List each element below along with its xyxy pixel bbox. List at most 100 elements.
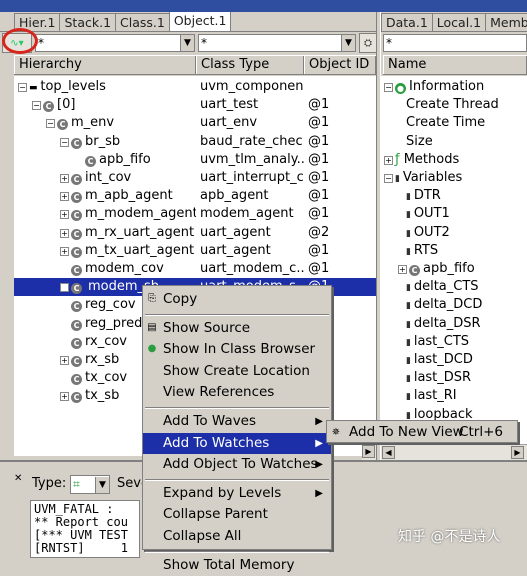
col-hierarchy[interactable]: Hierarchy bbox=[14, 56, 196, 74]
tree-node[interactable]: − ▬ top_levels bbox=[18, 78, 196, 97]
data-tree-row[interactable]: Size bbox=[381, 133, 527, 151]
data-tree-row[interactable]: ▮ OUT1 bbox=[381, 205, 527, 223]
tab-local[interactable]: Local.1 bbox=[431, 13, 487, 31]
filter-combo-right[interactable]: * bbox=[383, 34, 527, 52]
menu-item-view-references[interactable]: View References bbox=[143, 382, 331, 403]
chevron-down-icon[interactable]: ▼ bbox=[95, 476, 109, 493]
data-tree-row[interactable]: Create Time bbox=[381, 114, 527, 132]
data-tree-row[interactable]: ▮ last_DSR bbox=[381, 369, 527, 387]
data-tree-row[interactable]: ▮ RTS bbox=[381, 242, 527, 260]
data-tree-row[interactable]: ▮ OUT2 bbox=[381, 224, 527, 242]
tree-node[interactable]: + Cint_cov bbox=[60, 169, 196, 187]
tree-node[interactable]: − C [0] bbox=[32, 96, 196, 114]
submenu-arrow-icon: ▶ bbox=[315, 487, 323, 499]
tree-node[interactable]: + Cm_modem_agent bbox=[60, 205, 196, 223]
tree-row[interactable]: + Cm_apb_agent apb_agent @1 bbox=[14, 187, 376, 205]
data-tree-row[interactable]: ▮ last_RI bbox=[381, 387, 527, 405]
filter-apply-icon[interactable]: ⛭ bbox=[359, 33, 377, 53]
tab-stack[interactable]: Stack.1 bbox=[59, 13, 117, 31]
tab-data[interactable]: Data.1 bbox=[381, 13, 433, 31]
menu-item-copy[interactable]: ⎘ Copy bbox=[143, 289, 331, 310]
tree-row[interactable]: Cmodem_cov uart_modem_c... @1 bbox=[14, 260, 376, 278]
collapse-icon[interactable]: − bbox=[18, 83, 27, 92]
tree-node[interactable]: + Cm_rx_uart_agent bbox=[60, 224, 196, 242]
collapse-icon[interactable]: − bbox=[46, 119, 55, 129]
menu-item-add-to-waves[interactable]: Add To Waves ▶ bbox=[143, 411, 331, 432]
menu-item-add-to-new-view[interactable]: ✵ Add To New View Ctrl+6 bbox=[327, 422, 517, 443]
data-tree-row[interactable]: + Capb_fifo bbox=[381, 260, 527, 278]
expand-icon[interactable]: + bbox=[384, 155, 393, 165]
expand-icon[interactable]: + bbox=[60, 246, 69, 256]
tree-node[interactable]: + Cm_tx_uart_agent bbox=[60, 242, 196, 260]
collapse-icon[interactable]: − bbox=[384, 174, 393, 183]
data-tree-row[interactable]: ▮ DTR bbox=[381, 187, 527, 205]
menu-separator bbox=[145, 313, 329, 316]
tree-node[interactable]: Cmodem_cov bbox=[60, 260, 196, 278]
data-tree-row[interactable]: − ● Information bbox=[381, 78, 527, 96]
data-tree-row[interactable]: + ƒ Methods bbox=[381, 151, 527, 169]
expand-icon[interactable]: + bbox=[60, 210, 69, 220]
col-class-type[interactable]: Class Type bbox=[196, 56, 304, 74]
close-icon[interactable]: ✕ bbox=[14, 474, 24, 484]
collapse-icon[interactable]: − bbox=[60, 137, 69, 147]
expand-icon[interactable]: + bbox=[398, 265, 407, 274]
collapse-icon[interactable]: − bbox=[384, 83, 393, 92]
expand-icon[interactable]: + bbox=[60, 283, 69, 293]
filter-combo-mid[interactable]: * ▼ bbox=[198, 34, 356, 52]
menu-item-show-source[interactable]: ▤ Show Source bbox=[143, 318, 331, 339]
object-id-cell: @1 bbox=[308, 151, 330, 167]
data-tree-row[interactable]: Create Thread bbox=[381, 96, 527, 114]
menu-item-show-in-class-browser[interactable]: ● Show In Class Browser bbox=[143, 339, 331, 360]
menu-item-add-object-to-watches[interactable]: Add Object To Watches ▶ bbox=[143, 454, 331, 475]
tab-member[interactable]: Memb bbox=[485, 13, 527, 31]
type-filter-combo[interactable]: ⌗ ▼ bbox=[70, 475, 110, 494]
menu-item-add-to-watches[interactable]: Add To Watches ▶ bbox=[143, 432, 331, 454]
tree-row[interactable]: − C [0] uart_test @1 bbox=[14, 96, 376, 114]
tree-node[interactable]: + Cm_apb_agent bbox=[60, 187, 196, 205]
tree-node[interactable]: Capb_fifo bbox=[74, 151, 196, 169]
class-type-cell: apb_agent bbox=[200, 188, 269, 204]
data-tree-row[interactable]: ▮ delta_CTS bbox=[381, 278, 527, 296]
data-tree-row[interactable]: ▮ last_DCD bbox=[381, 351, 527, 369]
col-object-id[interactable]: Object ID bbox=[304, 56, 376, 74]
pane-splitter[interactable] bbox=[376, 12, 381, 460]
tree-row[interactable]: + Cm_tx_uart_agent uart_agent @1 bbox=[14, 242, 376, 260]
menu-item-show-create-location[interactable]: Show Create Location bbox=[143, 361, 331, 382]
menu-item-expand-by-levels[interactable]: Expand by Levels ▶ bbox=[143, 483, 331, 504]
data-tree-row[interactable]: − ▮ Variables bbox=[381, 169, 527, 187]
expand-icon[interactable]: + bbox=[60, 228, 69, 238]
horizontal-scrollbar[interactable]: ◀ ▶ bbox=[381, 444, 527, 460]
tree-row[interactable]: − Cm_env uart_env @1 bbox=[14, 114, 376, 132]
expand-icon[interactable]: + bbox=[60, 392, 69, 402]
tree-node[interactable]: − Cm_env bbox=[46, 114, 196, 132]
menu-item-collapse-all[interactable]: Collapse All bbox=[143, 526, 331, 547]
copy-icon: ⎘ bbox=[148, 293, 156, 304]
tree-row[interactable]: − Cbr_sb baud_rate_chec... @1 bbox=[14, 133, 376, 151]
expand-icon[interactable]: + bbox=[60, 174, 69, 183]
collapse-icon[interactable]: − bbox=[32, 101, 41, 111]
data-tree-row[interactable]: ▮ last_CTS bbox=[381, 333, 527, 351]
tree-node[interactable]: − Cbr_sb bbox=[60, 133, 196, 151]
tab-object[interactable]: Object.1 bbox=[168, 12, 232, 31]
scroll-left-icon[interactable]: ◀ bbox=[382, 446, 395, 459]
object-id-cell: @1 bbox=[308, 206, 330, 222]
scroll-right-icon[interactable]: ▶ bbox=[511, 446, 524, 459]
expand-icon[interactable]: + bbox=[60, 192, 69, 202]
class-object-icon: C bbox=[71, 392, 82, 404]
tree-row[interactable]: + Cm_modem_agent modem_agent @1 bbox=[14, 205, 376, 223]
filter-combo-left[interactable]: * ▼ bbox=[35, 34, 195, 52]
data-tree-row[interactable]: ▮ delta_DCD bbox=[381, 296, 527, 314]
tree-row[interactable]: −▬ top_levels uvm_componen... bbox=[14, 78, 376, 96]
chevron-down-icon[interactable]: ▼ bbox=[180, 35, 194, 51]
data-tree-row[interactable]: ▮ delta_DSR bbox=[381, 315, 527, 333]
col-name[interactable]: Name bbox=[383, 56, 527, 74]
tree-row[interactable]: + Cm_rx_uart_agent uart_agent @2 bbox=[14, 224, 376, 242]
scroll-right-icon[interactable]: ▶ bbox=[362, 445, 375, 458]
menu-item-collapse-parent[interactable]: Collapse Parent bbox=[143, 504, 331, 525]
chevron-down-icon[interactable]: ▼ bbox=[341, 35, 355, 51]
object-id-cell: @1 bbox=[308, 97, 330, 113]
expand-icon[interactable]: + bbox=[60, 356, 69, 365]
tree-row[interactable]: Capb_fifo uvm_tlm_analy... @1 bbox=[14, 151, 376, 169]
tree-row[interactable]: +Cint_cov uart_interrupt_c... @1 bbox=[14, 169, 376, 187]
tab-class[interactable]: Class.1 bbox=[115, 13, 170, 31]
